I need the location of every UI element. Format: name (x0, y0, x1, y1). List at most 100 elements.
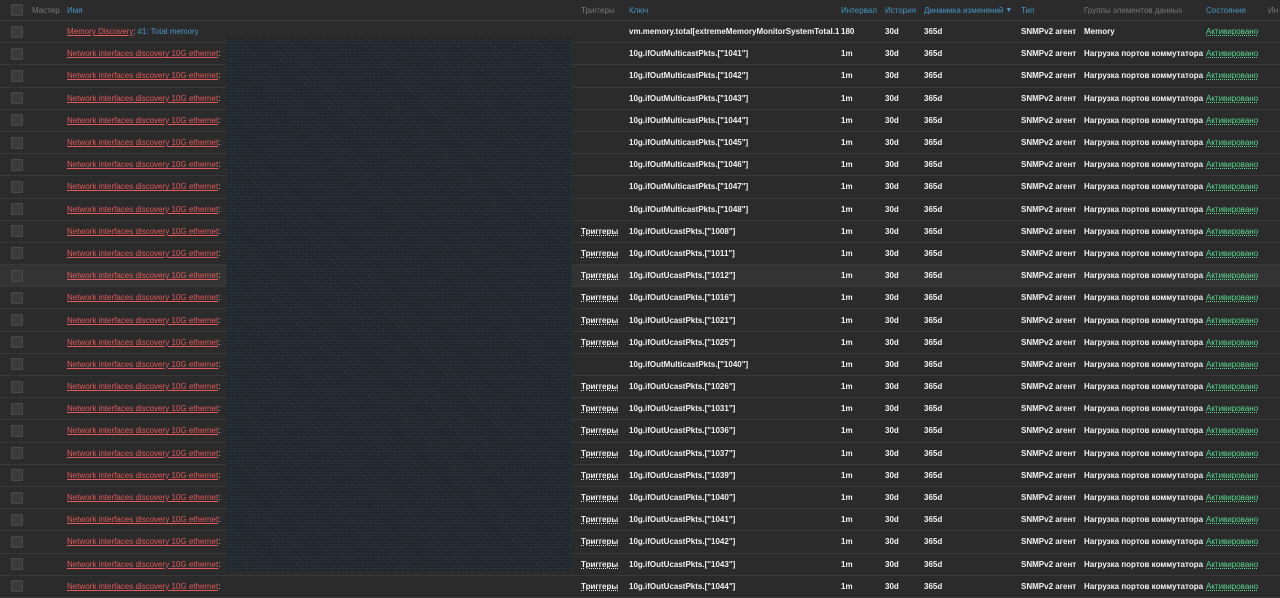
row-checkbox[interactable] (11, 402, 23, 415)
triggers-link[interactable]: Триггеры (581, 293, 618, 302)
discovery-rule-link[interactable]: Network interfaces discovery 10G etherne… (67, 116, 218, 125)
header-interval-label[interactable]: Интервал (841, 6, 877, 15)
row-checkbox[interactable] (11, 513, 23, 526)
status-toggle-link[interactable]: Активировано (1206, 360, 1258, 369)
discovery-rule-link[interactable]: Network interfaces discovery 10G etherne… (67, 49, 218, 58)
discovery-rule-link[interactable]: Network interfaces discovery 10G etherne… (67, 249, 218, 258)
discovery-rule-link[interactable]: Network interfaces discovery 10G etherne… (67, 560, 218, 569)
triggers-link[interactable]: Триггеры (581, 316, 618, 325)
status-toggle-link[interactable]: Активировано (1206, 94, 1258, 103)
discovery-rule-link[interactable]: Network interfaces discovery 10G etherne… (67, 271, 218, 280)
discovery-rule-link[interactable]: Network interfaces discovery 10G etherne… (67, 227, 218, 236)
status-toggle-link[interactable]: Активировано (1206, 160, 1258, 169)
status-toggle-link[interactable]: Активировано (1206, 404, 1258, 413)
row-checkbox[interactable] (11, 25, 23, 38)
discovery-rule-link[interactable]: Network interfaces discovery 10G etherne… (67, 182, 218, 191)
row-checkbox[interactable] (11, 358, 23, 371)
status-toggle-link[interactable]: Активировано (1206, 582, 1258, 591)
row-checkbox[interactable] (11, 291, 23, 304)
discovery-rule-link[interactable]: Network interfaces discovery 10G etherne… (67, 515, 218, 524)
status-toggle-link[interactable]: Активировано (1206, 138, 1258, 147)
status-toggle-link[interactable]: Активировано (1206, 449, 1258, 458)
status-toggle-link[interactable]: Активировано (1206, 49, 1258, 58)
discovery-rule-link[interactable]: Network interfaces discovery 10G etherne… (67, 382, 218, 391)
status-toggle-link[interactable]: Активировано (1206, 515, 1258, 524)
row-checkbox[interactable] (11, 424, 23, 437)
row-checkbox[interactable] (11, 225, 23, 238)
header-status[interactable]: Состояние (1206, 0, 1266, 20)
row-checkbox[interactable] (11, 580, 23, 593)
row-checkbox[interactable] (11, 47, 23, 60)
status-toggle-link[interactable]: Активировано (1206, 116, 1258, 125)
row-checkbox[interactable] (11, 535, 23, 548)
row-checkbox[interactable] (11, 203, 23, 216)
header-type[interactable]: Тип (1021, 0, 1081, 20)
discovery-rule-link[interactable]: Network interfaces discovery 10G etherne… (67, 138, 218, 147)
header-trends[interactable]: Динамика изменений ▼ (924, 0, 1020, 20)
status-toggle-link[interactable]: Активировано (1206, 560, 1258, 569)
status-toggle-link[interactable]: Активировано (1206, 27, 1258, 36)
triggers-link[interactable]: Триггеры (581, 404, 618, 413)
row-checkbox[interactable] (11, 558, 23, 571)
header-key[interactable]: Ключ (629, 0, 839, 20)
discovery-rule-link[interactable]: Network interfaces discovery 10G etherne… (67, 404, 218, 413)
triggers-link[interactable]: Триггеры (581, 582, 618, 591)
header-status-label[interactable]: Состояние (1206, 6, 1246, 15)
discovery-rule-link[interactable]: Network interfaces discovery 10G etherne… (67, 493, 218, 502)
discovery-rule-link[interactable]: Network interfaces discovery 10G etherne… (67, 537, 218, 546)
discovery-rule-link[interactable]: Network interfaces discovery 10G etherne… (67, 471, 218, 480)
status-toggle-link[interactable]: Активировано (1206, 205, 1258, 214)
discovery-rule-link[interactable]: Network interfaces discovery 10G etherne… (67, 94, 218, 103)
discovery-rule-link[interactable]: Network interfaces discovery 10G etherne… (67, 360, 218, 369)
row-checkbox[interactable] (11, 336, 23, 349)
status-toggle-link[interactable]: Активировано (1206, 227, 1258, 236)
row-checkbox[interactable] (11, 447, 23, 460)
triggers-link[interactable]: Триггеры (581, 471, 618, 480)
row-checkbox[interactable] (11, 314, 23, 327)
header-type-label[interactable]: Тип (1021, 6, 1034, 15)
status-toggle-link[interactable]: Активировано (1206, 426, 1258, 435)
triggers-link[interactable]: Триггеры (581, 560, 618, 569)
discovery-rule-link[interactable]: Network interfaces discovery 10G etherne… (67, 293, 218, 302)
triggers-link[interactable]: Триггеры (581, 515, 618, 524)
header-history[interactable]: История (885, 0, 921, 20)
row-checkbox[interactable] (11, 136, 23, 149)
header-name-label[interactable]: Имя (67, 6, 83, 15)
triggers-link[interactable]: Триггеры (581, 537, 618, 546)
triggers-link[interactable]: Триггеры (581, 493, 618, 502)
discovery-rule-link[interactable]: Network interfaces discovery 10G etherne… (67, 205, 218, 214)
triggers-link[interactable]: Триггеры (581, 426, 618, 435)
item-name-link[interactable]: #1: Total memory (137, 27, 198, 36)
discovery-rule-link[interactable]: Network interfaces discovery 10G etherne… (67, 160, 218, 169)
triggers-link[interactable]: Триггеры (581, 227, 618, 236)
discovery-rule-link[interactable]: Network interfaces discovery 10G etherne… (67, 71, 218, 80)
row-checkbox[interactable] (11, 380, 23, 393)
status-toggle-link[interactable]: Активировано (1206, 338, 1258, 347)
row-checkbox[interactable] (11, 180, 23, 193)
row-checkbox[interactable] (11, 114, 23, 127)
header-history-label[interactable]: История (885, 6, 916, 15)
discovery-rule-link[interactable]: Network interfaces discovery 10G etherne… (67, 582, 218, 591)
triggers-link[interactable]: Триггеры (581, 271, 618, 280)
discovery-rule-link[interactable]: Network interfaces discovery 10G etherne… (67, 316, 218, 325)
triggers-link[interactable]: Триггеры (581, 249, 618, 258)
header-name[interactable]: Имя (67, 0, 227, 20)
status-toggle-link[interactable]: Активировано (1206, 182, 1258, 191)
status-toggle-link[interactable]: Активировано (1206, 71, 1258, 80)
row-checkbox[interactable] (11, 491, 23, 504)
discovery-rule-link[interactable]: Memory Discovery (67, 27, 133, 36)
status-toggle-link[interactable]: Активировано (1206, 249, 1258, 258)
triggers-link[interactable]: Триггеры (581, 338, 618, 347)
status-toggle-link[interactable]: Активировано (1206, 537, 1258, 546)
header-interval[interactable]: Интервал (841, 0, 881, 20)
discovery-rule-link[interactable]: Network interfaces discovery 10G etherne… (67, 426, 218, 435)
row-checkbox[interactable] (11, 69, 23, 82)
row-checkbox[interactable] (11, 92, 23, 105)
triggers-link[interactable]: Триггеры (581, 382, 618, 391)
header-trends-label[interactable]: Динамика изменений (924, 6, 1003, 15)
select-all-checkbox[interactable] (11, 4, 23, 16)
row-checkbox[interactable] (11, 158, 23, 171)
row-checkbox[interactable] (11, 469, 23, 482)
triggers-link[interactable]: Триггеры (581, 449, 618, 458)
status-toggle-link[interactable]: Активировано (1206, 271, 1258, 280)
